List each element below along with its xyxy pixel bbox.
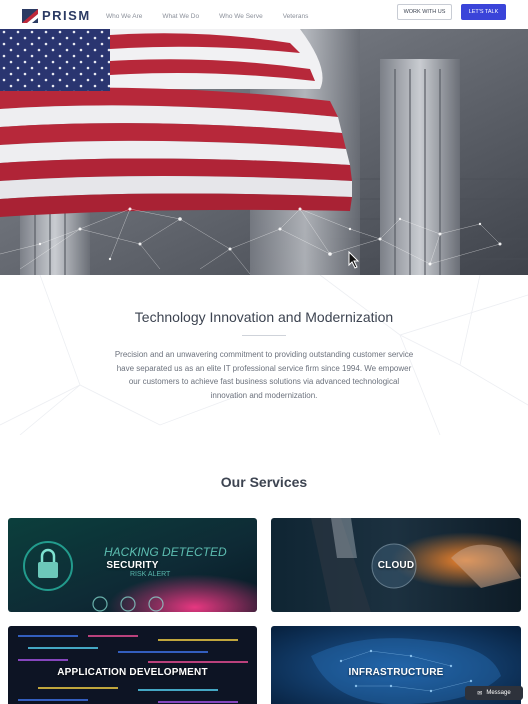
brand-logo[interactable]: PRISM: [22, 8, 91, 23]
service-card-security[interactable]: HACKING DETECTED RISK ALERT SECURITY: [8, 518, 257, 612]
service-label-security: SECURITY: [106, 560, 159, 571]
nav-links: Who We Are What We Do Who We Serve Veter…: [106, 13, 308, 20]
nav-link-who-we-serve[interactable]: Who We Serve: [219, 13, 263, 20]
service-label-cloud: CLOUD: [377, 560, 415, 571]
work-with-us-button[interactable]: WORK WITH US: [397, 4, 452, 20]
service-label-application-development: APPLICATION DEVELOPMENT: [57, 667, 208, 678]
brand-name: PRISM: [42, 8, 91, 23]
application-development-image: [8, 626, 257, 704]
intro-body: Precision and an unwavering commitment t…: [114, 350, 414, 400]
top-nav: PRISM Who We Are What We Do Who We Serve…: [0, 0, 528, 32]
nav-link-veterans[interactable]: Veterans: [283, 13, 309, 20]
hero-flag-columns-image: [0, 29, 528, 275]
chat-message-button[interactable]: ✉ Message: [465, 686, 523, 700]
hacking-detected-text: HACKING DETECTED: [104, 545, 227, 559]
service-label-infrastructure: INFRASTRUCTURE: [348, 667, 444, 678]
intro-section: Technology Innovation and Modernization …: [0, 275, 528, 435]
services-title: Our Services: [220, 474, 308, 490]
hero-banner: [0, 29, 528, 275]
intro-title: Technology Innovation and Modernization: [134, 309, 394, 325]
lets-talk-button[interactable]: LET'S TALK: [461, 4, 506, 20]
risk-alert-text: RISK ALERT: [130, 571, 171, 578]
service-card-cloud[interactable]: CLOUD: [271, 518, 521, 612]
nav-link-who-we-are[interactable]: Who We Are: [106, 13, 142, 20]
prism-logo-icon: [22, 8, 38, 23]
service-card-application-development[interactable]: APPLICATION DEVELOPMENT: [8, 626, 257, 704]
chat-message-label: Message: [486, 690, 511, 696]
nav-link-what-we-do[interactable]: What We Do: [162, 13, 199, 20]
chat-bubble-icon: ✉: [477, 690, 483, 697]
title-divider: [242, 335, 286, 336]
mouse-cursor-icon: [348, 251, 360, 269]
